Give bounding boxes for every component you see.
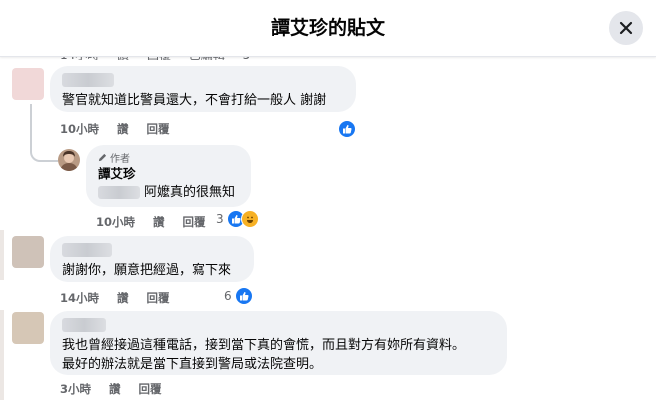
reply-link[interactable]: 回覆 <box>139 381 162 397</box>
comment-time[interactable]: 3小時 <box>60 381 91 397</box>
reaction-count: 3 <box>216 212 224 226</box>
comment-text: 謝謝你，願意把經過，寫下來 <box>62 263 232 278</box>
comment-text: 阿嬤真的很無知 <box>98 183 239 203</box>
haha-icon <box>240 210 259 228</box>
comment-text-line: 最好的辦法就是當下直接到警局或法院查明。 <box>62 357 323 372</box>
left-edge-strip <box>0 310 4 400</box>
close-button[interactable] <box>609 11 643 45</box>
reply-link[interactable]: 回覆 <box>147 290 170 306</box>
reaction-count: 6 <box>224 289 232 303</box>
comment-bubble: 謝謝你，願意把經過，寫下來 <box>50 236 254 282</box>
blurred-mention[interactable] <box>98 186 140 199</box>
comment-bubble: 警官就知道比警員還大，不會打給一般人 謝謝 <box>50 66 356 112</box>
reaction-summary[interactable]: 6 <box>224 287 253 305</box>
left-edge-strip <box>0 230 4 280</box>
reply-link[interactable]: 回覆 <box>147 121 170 137</box>
reaction-summary[interactable] <box>338 119 356 138</box>
like-link[interactable]: 讚 <box>153 214 165 230</box>
avatar[interactable] <box>12 312 44 344</box>
reply-meta: 10小時 讚 回覆 <box>96 214 224 230</box>
reply-time[interactable]: 10小時 <box>96 214 135 230</box>
like-icon <box>338 120 356 138</box>
comment-text: 警官就知道比警員還大，不會打給一般人 謝謝 <box>62 93 327 108</box>
author-avatar[interactable] <box>58 149 80 171</box>
comments-panel: 14小時 讚 回覆 已編輯 5 警官就知道比警員還大，不會打給一般人 謝謝 10… <box>0 0 656 403</box>
comment-text-line: 我也曾經接過這種電話，接到當下真的會慌，而且對方有妳所有資料。 <box>62 338 466 353</box>
post-dialog-header: 譚艾珍的貼文 <box>0 0 656 57</box>
blurred-commenter-name[interactable] <box>62 242 242 261</box>
reply-text: 阿嬤真的很無知 <box>144 185 236 200</box>
author-badge-label: 作者 <box>110 154 130 165</box>
author-name[interactable]: 譚艾珍 <box>98 165 239 183</box>
author-badge: 作者 <box>98 150 239 165</box>
reply-link[interactable]: 回覆 <box>183 214 206 230</box>
comment-time[interactable]: 14小時 <box>60 290 99 306</box>
comment-bubble: 我也曾經接過這種電話，接到當下真的會慌，而且對方有妳所有資料。 最好的辦法就是當… <box>50 311 507 375</box>
like-icon <box>234 287 253 305</box>
avatar[interactable] <box>12 236 44 268</box>
comment-meta: 10小時 讚 回覆 <box>60 121 188 137</box>
blurred-commenter-name[interactable] <box>62 72 344 91</box>
author-reply-bubble: 作者 譚艾珍 阿嬤真的很無知 <box>86 145 251 207</box>
like-link[interactable]: 讚 <box>117 121 129 137</box>
pencil-icon <box>98 153 107 162</box>
thread-connector <box>30 104 58 162</box>
like-link[interactable]: 讚 <box>109 381 121 397</box>
like-link[interactable]: 讚 <box>117 290 129 306</box>
avatar[interactable] <box>12 68 44 100</box>
dialog-title: 譚艾珍的貼文 <box>270 17 385 39</box>
reaction-summary[interactable]: 3 <box>216 210 259 228</box>
comment-time[interactable]: 10小時 <box>60 121 99 137</box>
close-icon <box>619 21 633 35</box>
comment-meta: 3小時 讚 回覆 <box>60 381 180 397</box>
comment-meta: 14小時 讚 回覆 <box>60 290 188 306</box>
blurred-commenter-name[interactable] <box>62 317 495 336</box>
